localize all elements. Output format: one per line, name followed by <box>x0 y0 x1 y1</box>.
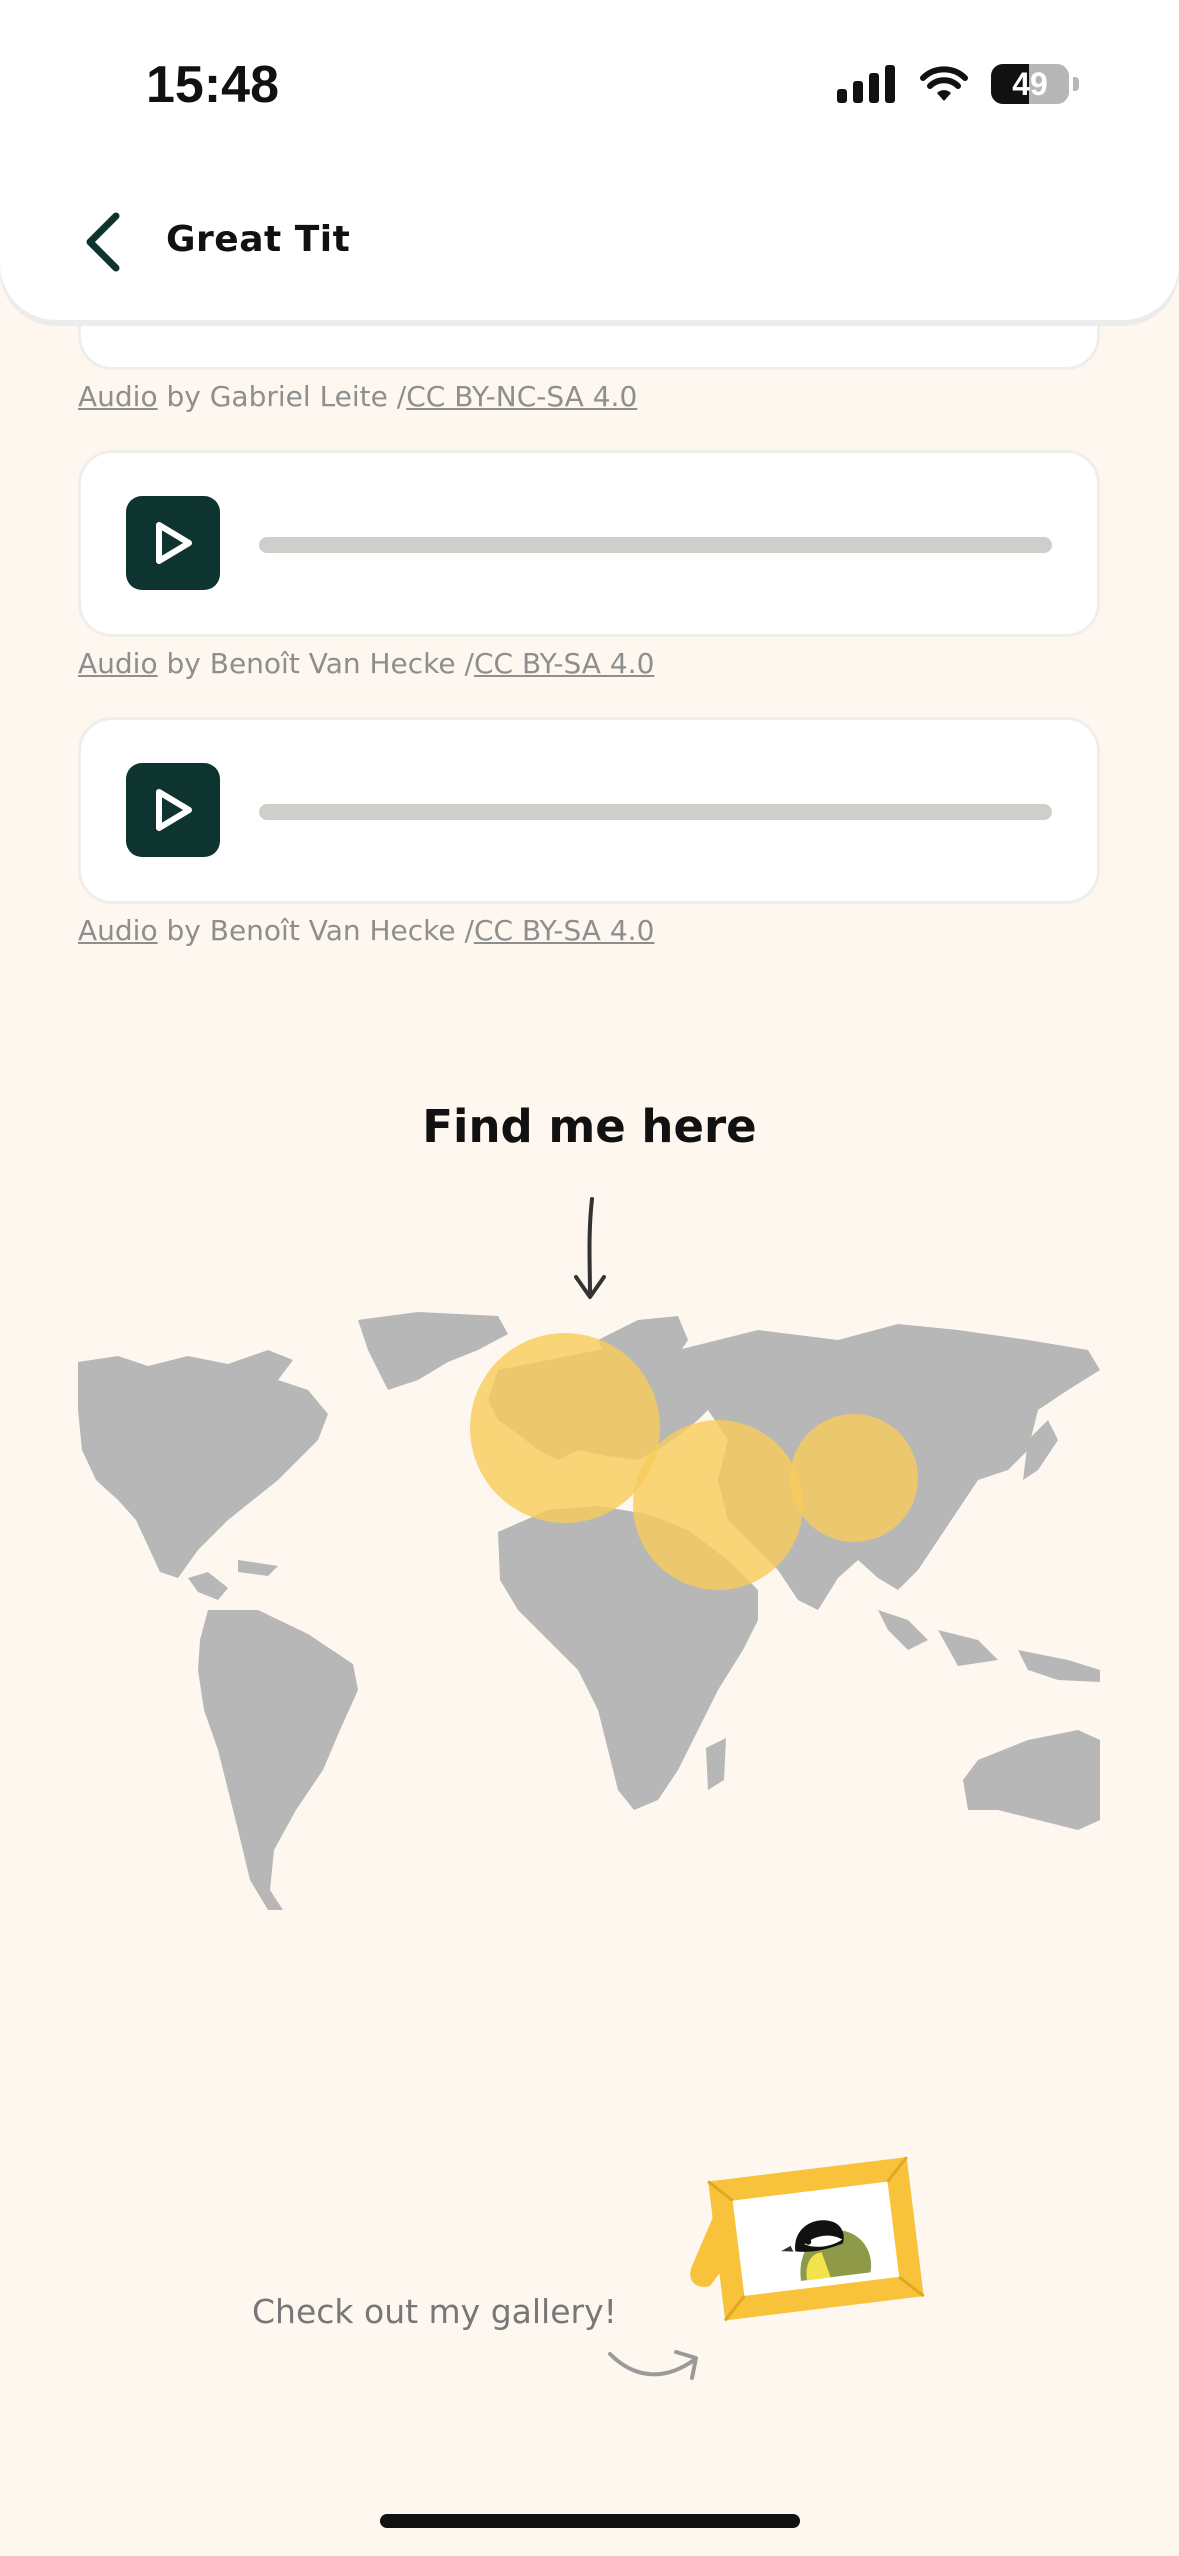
wifi-icon <box>920 66 968 101</box>
home-indicator <box>380 2514 800 2528</box>
audio-credit-2: Audio by Benoît Van Hecke /CC BY-SA 4.0 <box>78 647 654 680</box>
play-icon <box>156 789 192 831</box>
audio-credit-1: Audio by Gabriel Leite /CC BY-NC-SA 4.0 <box>78 380 637 413</box>
audio-player-card <box>78 450 1100 637</box>
arrow-down-icon <box>574 1197 606 1299</box>
signal-icon <box>837 65 895 103</box>
status-time: 15:48 <box>146 56 279 114</box>
audio-progress-bar[interactable] <box>259 804 1052 820</box>
license-link[interactable]: CC BY-SA 4.0 <box>474 914 654 947</box>
world-map <box>78 1312 1100 1910</box>
back-chevron-icon[interactable] <box>78 210 130 274</box>
gallery-link[interactable]: Check out my gallery! <box>252 2292 617 2331</box>
status-icons: 49 <box>837 64 1079 104</box>
audio-author: by Gabriel Leite / <box>157 380 407 413</box>
audio-author: by Benoît Van Hecke / <box>157 914 474 947</box>
license-link[interactable]: CC BY-SA 4.0 <box>474 647 654 680</box>
audio-link[interactable]: Audio <box>78 647 158 680</box>
audio-link[interactable]: Audio <box>78 914 158 947</box>
play-button[interactable] <box>126 763 220 857</box>
audio-player-card <box>78 717 1100 904</box>
top-header: 15:48 49 Great Tit <box>0 0 1179 320</box>
page-title: Great Tit <box>166 219 351 260</box>
audio-credit-3: Audio by Benoît Van Hecke /CC BY-SA 4.0 <box>78 914 654 947</box>
curved-arrow-icon <box>608 2350 698 2380</box>
gallery-frame-icon[interactable] <box>676 2140 936 2340</box>
audio-progress-bar[interactable] <box>259 537 1052 553</box>
license-link[interactable]: CC BY-NC-SA 4.0 <box>406 380 637 413</box>
map-section-title: Find me here <box>422 1100 757 1153</box>
audio-link[interactable]: Audio <box>78 380 158 413</box>
audio-author: by Benoît Van Hecke / <box>157 647 474 680</box>
battery-indicator: 49 <box>991 64 1069 104</box>
battery-level: 49 <box>1012 65 1048 102</box>
play-button[interactable] <box>126 496 220 590</box>
play-icon <box>156 522 192 564</box>
